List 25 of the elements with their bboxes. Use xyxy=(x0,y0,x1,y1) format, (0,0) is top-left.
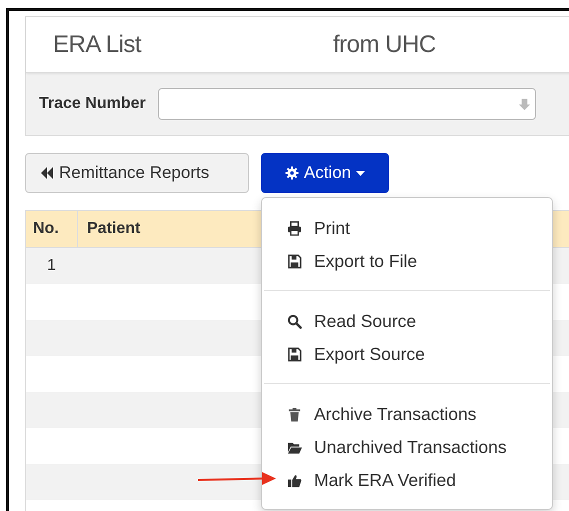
column-header: No. xyxy=(26,211,78,247)
menu-item[interactable]: Archive Transactions xyxy=(262,398,552,431)
page-subtitle: from UHC xyxy=(333,30,436,58)
double-left-arrow-icon xyxy=(40,167,54,179)
menu-item[interactable]: Read Source xyxy=(262,305,552,338)
search-icon xyxy=(287,314,302,329)
field-label: Trace Number xyxy=(39,95,146,113)
column-header: Patient xyxy=(86,220,140,238)
menu-item[interactable]: Mark ERA Verified xyxy=(262,464,552,497)
remittance-reports-button[interactable]: Remittance Reports xyxy=(25,153,249,193)
menu-item[interactable]: Print xyxy=(262,212,552,245)
thumbs-up-icon xyxy=(287,473,302,488)
printer-icon xyxy=(287,221,302,236)
menu-item[interactable]: Export to File xyxy=(262,245,552,278)
action-button[interactable]: Action xyxy=(261,153,389,193)
page-title: ERA List xyxy=(53,30,142,58)
down-arrow-icon xyxy=(518,98,531,110)
folder-icon xyxy=(287,440,302,455)
trace-number-field[interactable] xyxy=(158,88,536,120)
trash-icon xyxy=(287,407,302,422)
menu-item[interactable]: Unarchived Transactions xyxy=(262,431,552,464)
menu-item[interactable]: Export Source xyxy=(262,338,552,371)
table-cell-text: 1 xyxy=(46,256,57,276)
caret-icon xyxy=(356,170,366,176)
gear-icon xyxy=(284,166,299,180)
